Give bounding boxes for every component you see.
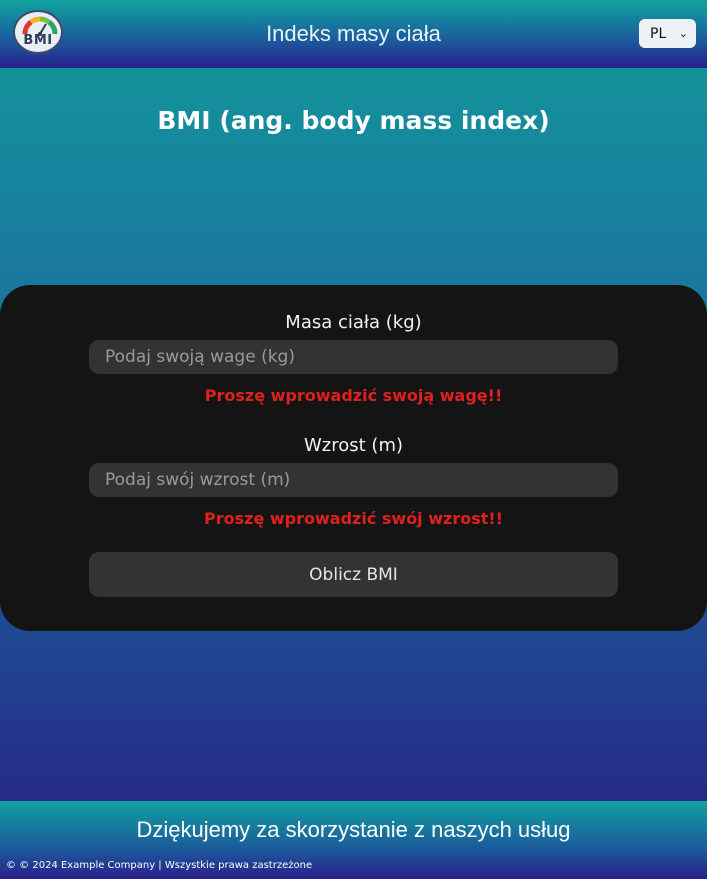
bmi-logo: BMI	[13, 10, 63, 54]
height-error: Proszę wprowadzić swój wzrost!!	[204, 509, 503, 528]
app-title: Indeks masy ciała	[266, 21, 441, 46]
logo-text: BMI	[23, 33, 53, 48]
height-label: Wzrost (m)	[304, 435, 403, 456]
footer-copyright: © © 2024 Example Company | Wszystkie pra…	[6, 860, 313, 871]
app-header: BMI Indeks masy ciała PL ⌄	[0, 0, 707, 68]
language-select[interactable]: PL ⌄	[639, 19, 696, 48]
chevron-down-icon: ⌄	[678, 27, 688, 40]
height-input[interactable]	[89, 463, 618, 497]
language-selected: PL	[650, 25, 667, 42]
page-title: BMI (ang. body mass index)	[157, 106, 550, 135]
app-footer: Dziękujemy za skorzystanie z naszych usł…	[0, 801, 707, 879]
calculate-bmi-button[interactable]: Oblicz BMI	[89, 552, 618, 597]
bmi-form-card: Masa ciała (kg) Proszę wprowadzić swoją …	[0, 285, 707, 631]
weight-input[interactable]	[89, 340, 618, 374]
footer-thanks: Dziękujemy za skorzystanie z naszych usł…	[136, 817, 571, 842]
weight-label: Masa ciała (kg)	[285, 312, 422, 333]
weight-error: Proszę wprowadzić swoją wagę!!	[204, 386, 503, 405]
